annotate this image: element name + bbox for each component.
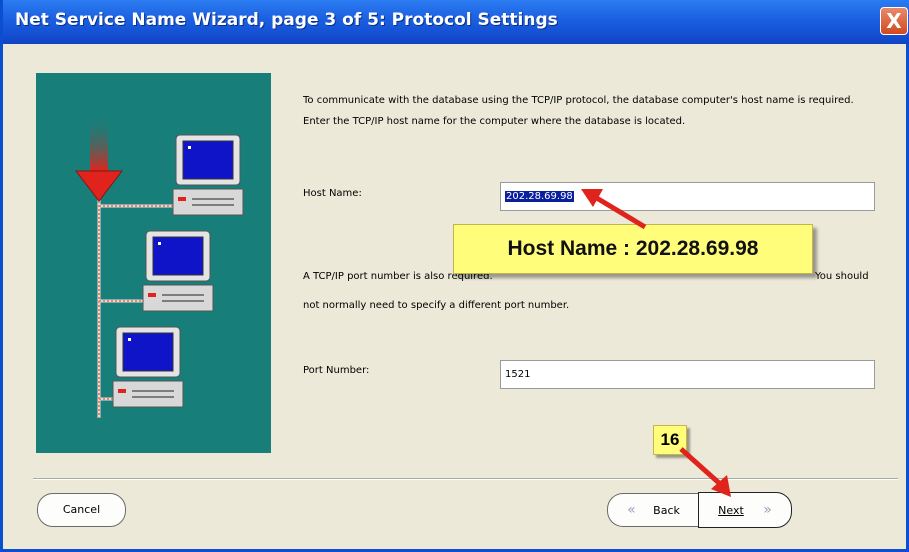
footer-separator-highlight (33, 479, 898, 480)
computer-2-icon (142, 230, 214, 312)
computer-1-icon (172, 134, 244, 216)
port-info-line-1-end: You should (815, 271, 869, 282)
window-title: Net Service Name Wizard, page 3 of 5: Pr… (15, 10, 558, 30)
host-name-value: 202.28.69.98 (505, 191, 574, 202)
network-illustration (36, 73, 271, 453)
network-diagram-icon (74, 113, 244, 418)
title-bar[interactable]: Net Service Name Wizard, page 3 of 5: Pr… (3, 0, 909, 44)
next-chevron-icon: » (763, 502, 772, 518)
port-number-value: 1521 (505, 369, 531, 380)
port-number-label: Port Number: (303, 365, 370, 376)
port-info-line-2: not normally need to specify a different… (303, 300, 570, 311)
intro-line-2: Enter the TCP/IP host name for the compu… (303, 116, 686, 127)
cancel-button[interactable]: Cancel (37, 493, 126, 527)
cancel-button-label: Cancel (62, 503, 101, 516)
host-name-input[interactable]: 202.28.69.98 (500, 182, 875, 211)
computer-3-icon (112, 326, 184, 408)
wizard-window: Net Service Name Wizard, page 3 of 5: Pr… (0, 0, 909, 552)
back-button-label: Back (653, 504, 680, 517)
intro-line-1: To communicate with the database using t… (303, 95, 854, 106)
step-arrow-icon (679, 447, 731, 497)
host-name-label: Host Name: (303, 188, 362, 199)
callout-arrow-icon (581, 189, 647, 230)
close-button[interactable]: X (880, 7, 908, 35)
close-icon: X (886, 9, 902, 33)
port-number-input[interactable]: 1521 (500, 360, 875, 389)
intro-text: To communicate with the database using t… (303, 90, 893, 132)
back-chevron-icon: « (627, 502, 636, 518)
next-button-label: Next (718, 504, 744, 517)
